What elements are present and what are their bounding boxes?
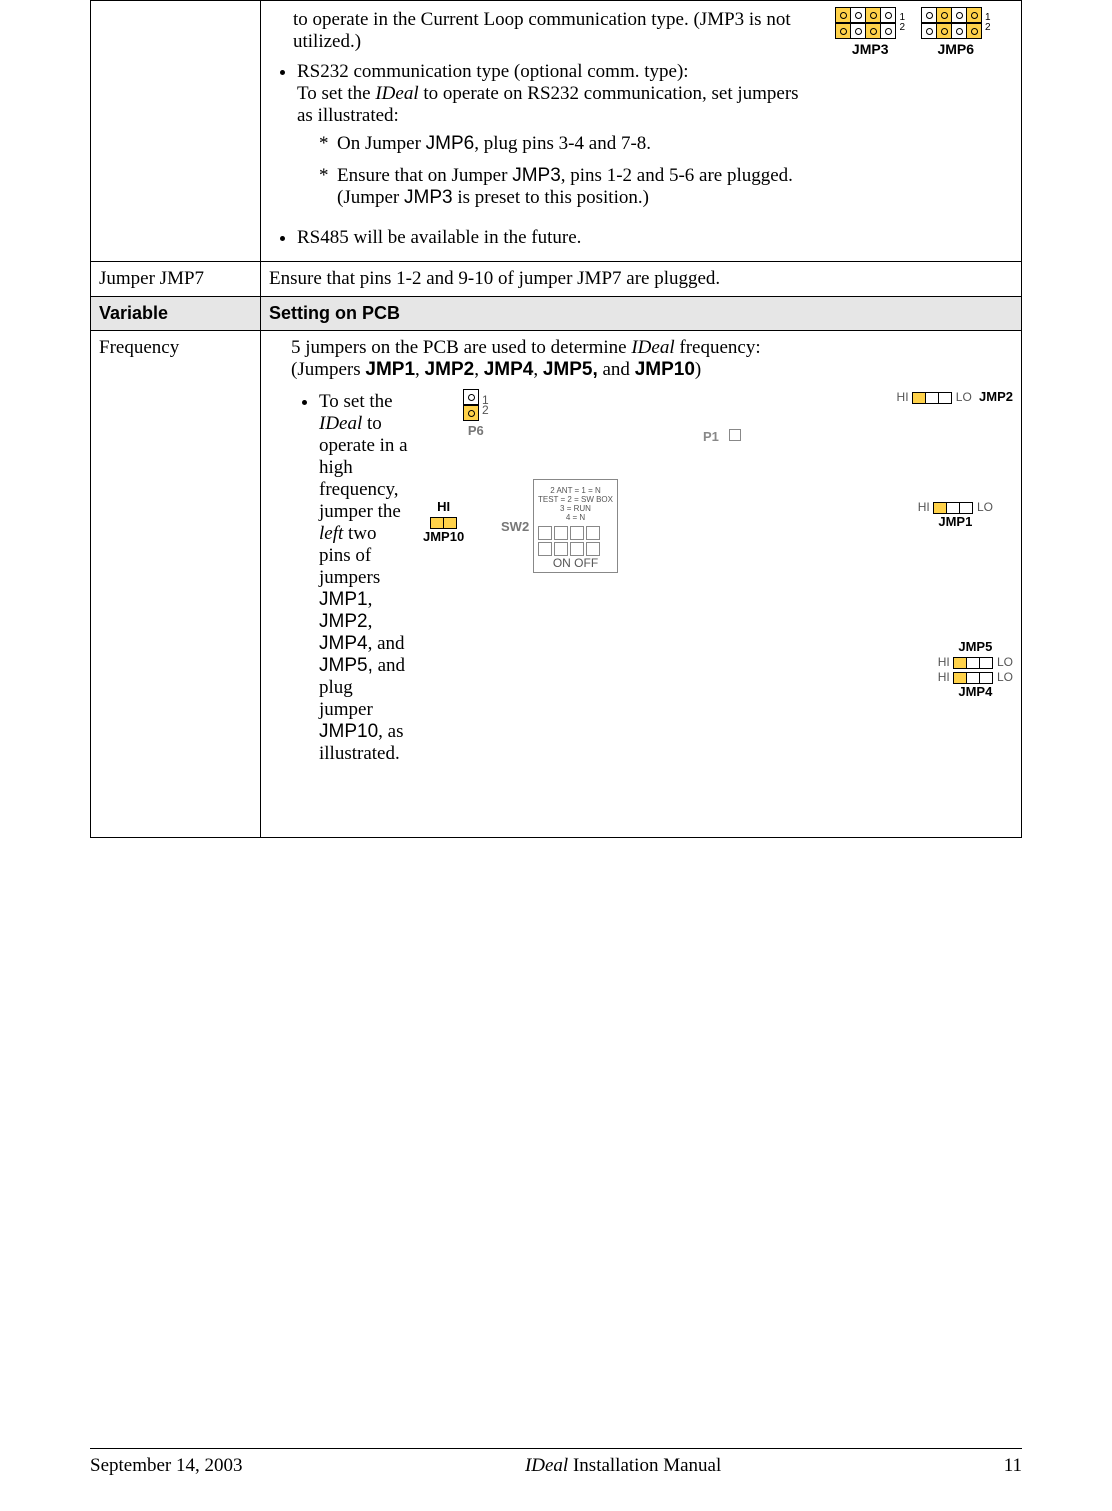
star-item-jmp6: * On Jumper JMP6, plug pins 3-4 and 7-8. <box>319 133 803 155</box>
row-comm-type: to operate in the Current Loop communica… <box>91 1 1022 262</box>
row-comm-type-content: to operate in the Current Loop communica… <box>261 1 1022 262</box>
freq-bullet-item: To set the IDeal to operate in a high fr… <box>319 389 411 771</box>
header-variable: Variable <box>91 297 261 331</box>
footer-title: IDeal Installation Manual <box>525 1455 721 1477</box>
comm-rs232-item: RS232 communication type (optional comm.… <box>297 59 803 225</box>
jmp10-block: HI JMP10 <box>423 499 464 544</box>
rs232-star-list: * On Jumper JMP6, plug pins 3-4 and 7-8.… <box>319 133 803 209</box>
footer-page: 11 <box>1004 1455 1022 1477</box>
jmp1-block: HI LO JMP1 <box>918 499 993 529</box>
sw2-label: SW2 <box>501 519 529 534</box>
jmp6-block: 12 JMP6 <box>921 7 991 57</box>
row-comm-type-label <box>91 1 261 262</box>
jmp45-block: JMP5 HI LO HI LO JMP4 <box>938 639 1013 699</box>
jmp3-block: 12 JMP3 <box>835 7 905 57</box>
row-jmp7-text: Ensure that pins 1-2 and 9-10 of jumper … <box>261 262 1022 297</box>
jmp2-block: HI LO JMP2 <box>897 389 1013 404</box>
comm-continuation-text: to operate in the Current Loop communica… <box>293 7 803 59</box>
star-item-jmp3: * Ensure that on Jumper JMP3, pins 1-2 a… <box>319 165 803 209</box>
header-row: Variable Setting on PCB <box>91 297 1022 331</box>
jmp3-jmp6-figure: 12 JMP3 <box>813 7 1013 255</box>
main-table: to operate in the Current Loop communica… <box>90 0 1022 838</box>
comm-rs485-item: RS485 will be available in the future. <box>297 225 803 255</box>
freq-figure: 12 P6 2 ANT = 1 = N TEST = 2 = SW BOX 3 … <box>423 389 1013 771</box>
footer-date: September 14, 2003 <box>90 1455 243 1477</box>
row-frequency-label: Frequency <box>91 331 261 838</box>
row-jmp7: Jumper JMP7 Ensure that pins 1-2 and 9-1… <box>91 262 1022 297</box>
p6-block: 12 P6 <box>463 389 489 438</box>
p1-block: P1 <box>703 429 741 444</box>
freq-bullet-col: To set the IDeal to operate in a high fr… <box>291 389 411 771</box>
row-frequency: Frequency 5 jumpers on the PCB are used … <box>91 331 1022 838</box>
freq-intro: 5 jumpers on the PCB are used to determi… <box>291 337 1013 381</box>
row-jmp7-label: Jumper JMP7 <box>91 262 261 297</box>
comm-bullet-list: to operate in the Current Loop communica… <box>269 7 803 255</box>
sw2-block: 2 ANT = 1 = N TEST = 2 = SW BOX 3 = RUN … <box>533 479 618 573</box>
row-frequency-content: 5 jumpers on the PCB are used to determi… <box>261 331 1022 838</box>
page: to operate in the Current Loop communica… <box>0 0 1112 1511</box>
footer: September 14, 2003 IDeal Installation Ma… <box>90 1448 1022 1477</box>
header-setting: Setting on PCB <box>261 297 1022 331</box>
